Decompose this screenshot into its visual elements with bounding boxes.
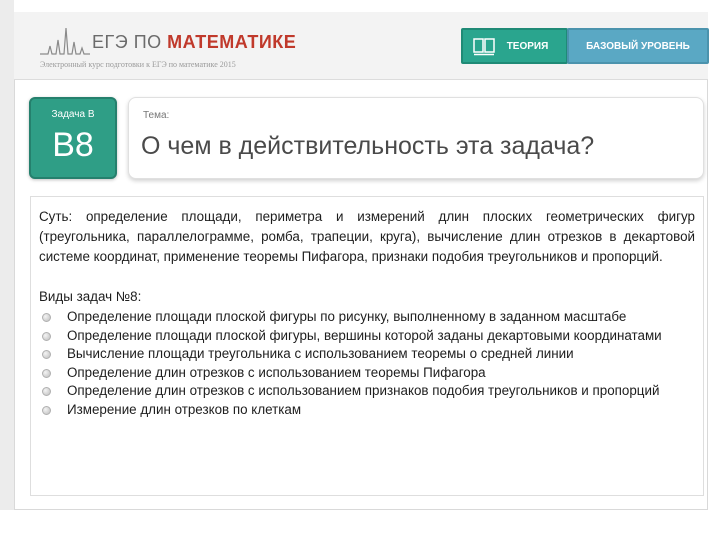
- list-item: Определение длин отрезков с использовани…: [39, 364, 695, 383]
- topic-panel: Тема: О чем в действительность эта задач…: [128, 97, 704, 179]
- list-item-text: Определение длин отрезков с использовани…: [67, 364, 486, 380]
- list-item: Измерение длин отрезков по клеткам: [39, 401, 695, 420]
- bullet-icon: [42, 368, 51, 378]
- bullet-icon: [42, 331, 51, 341]
- book-icon: [473, 38, 495, 56]
- list-item-text: Определение длин отрезков с использовани…: [67, 383, 660, 398]
- types-heading: Виды задач №8:: [39, 289, 142, 304]
- bullet-icon: [42, 405, 51, 415]
- kremlin-logo-icon: [40, 27, 90, 55]
- list-item-text: Определение площади плоской фигуры, верш…: [67, 327, 662, 343]
- basic-level-button[interactable]: БАЗОВЫЙ УРОВЕНЬ: [567, 28, 709, 64]
- content-box: Суть: определение площади, периметра и и…: [30, 196, 704, 496]
- bullet-icon: [42, 387, 51, 396]
- logo[interactable]: ЕГЭ ПО МАТЕМАТИКЕ Электронный курс подго…: [40, 26, 300, 70]
- logo-text: ЕГЭ ПО МАТЕМАТИКЕ: [92, 32, 296, 53]
- list-item: Вычисление площади треугольника с исполь…: [39, 345, 695, 364]
- basic-level-button-label: БАЗОВЫЙ УРОВЕНЬ: [586, 40, 690, 52]
- task-badge: Задача В B8: [29, 97, 117, 179]
- topic-title: О чем в действительность эта задача?: [141, 132, 595, 160]
- task-types-list: Определение площади плоской фигуры по ри…: [39, 308, 695, 419]
- theory-button[interactable]: ТЕОРИЯ: [461, 28, 568, 64]
- task-badge-number: B8: [52, 126, 94, 164]
- task-badge-label: Задача В: [51, 109, 95, 120]
- logo-subtitle: Электронный курс подготовки к ЕГЭ по мат…: [40, 60, 236, 69]
- list-item: Определение площади плоской фигуры по ри…: [39, 308, 695, 327]
- bullet-icon: [42, 313, 51, 322]
- list-item-text: Определение площади плоской фигуры по ри…: [67, 309, 627, 324]
- list-item-text: Вычисление площади треугольника с исполь…: [67, 346, 574, 361]
- logo-text-accent: МАТЕМАТИКЕ: [167, 32, 297, 52]
- logo-text-main: ЕГЭ ПО: [92, 32, 162, 52]
- list-item: Определение площади плоской фигуры, верш…: [39, 327, 695, 346]
- list-item: Определение длин отрезков с использовани…: [39, 382, 695, 401]
- bullet-icon: [42, 350, 51, 359]
- topic-label: Тема:: [143, 110, 170, 121]
- summary-text: Суть: определение площади, периметра и и…: [39, 209, 695, 264]
- header: ЕГЭ ПО МАТЕМАТИКЕ Электронный курс подго…: [14, 12, 709, 80]
- theory-button-label: ТЕОРИЯ: [506, 40, 549, 52]
- list-item-text: Измерение длин отрезков по клеткам: [67, 401, 302, 417]
- left-strip: [0, 0, 14, 510]
